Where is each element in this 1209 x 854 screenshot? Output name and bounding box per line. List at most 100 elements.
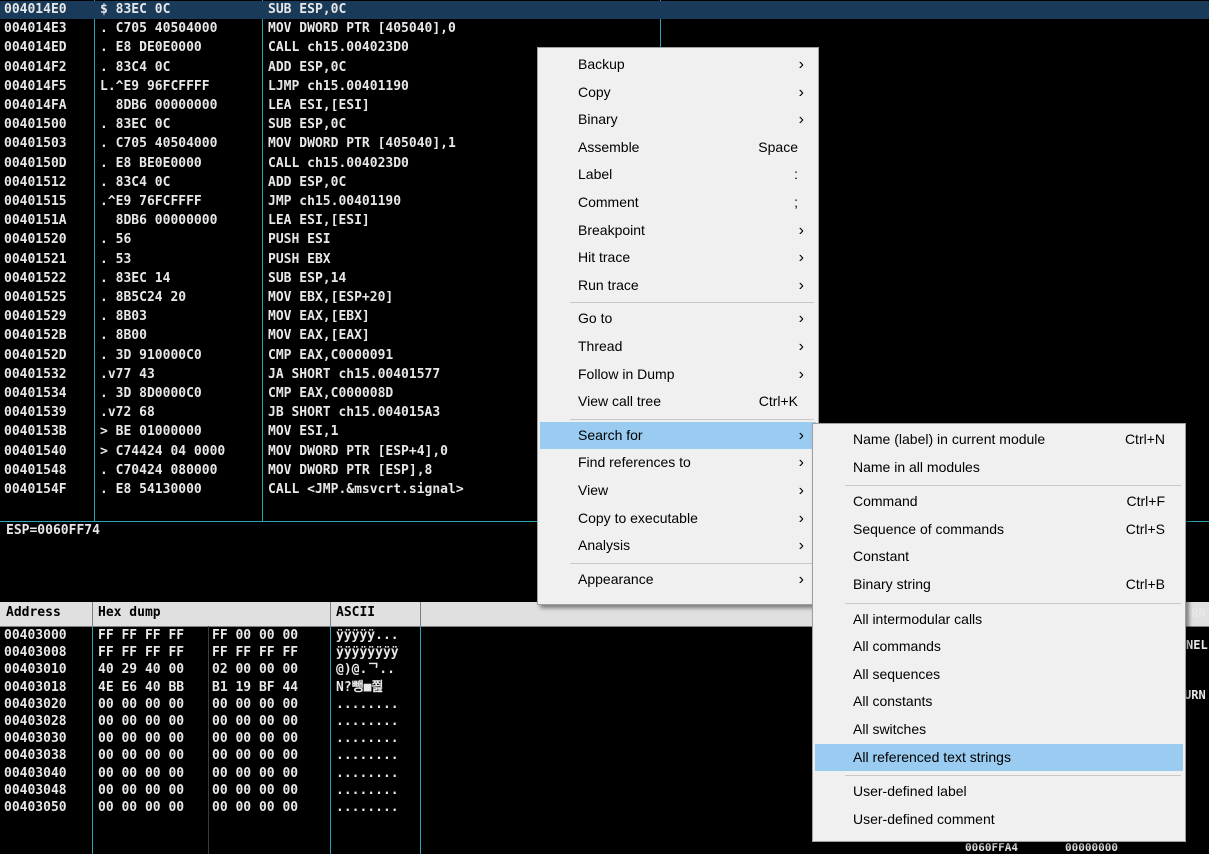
submenu-item-user-defined-comment[interactable]: User-defined comment bbox=[815, 806, 1183, 833]
menu-item-copy[interactable]: Copy › bbox=[540, 79, 816, 106]
dump-hex-bytes: 00 00 00 00 bbox=[98, 714, 185, 729]
dump-hex-bytes: 00 00 00 00 bbox=[98, 748, 185, 764]
submenu-item-all-commands[interactable]: All commands bbox=[815, 633, 1183, 660]
submenu-item-name-label-in-current-module[interactable]: Name (label) in current module Ctrl+N bbox=[815, 426, 1183, 453]
instruction-address: 004014F5 bbox=[4, 78, 67, 94]
disasm-row[interactable]: 004014E3 . C705 40504000 MOV DWORD PTR [40… bbox=[0, 20, 1209, 38]
hex-column-header[interactable]: Hex dump bbox=[98, 605, 161, 620]
menu-item-label: View bbox=[578, 482, 609, 498]
menu-item-shortcut: Ctrl+B bbox=[1125, 576, 1165, 592]
dump-row[interactable]: 00403040 00 00 00 00 00 00 00 00........ bbox=[0, 766, 420, 783]
instruction-address: 004014FA bbox=[4, 98, 67, 113]
dump-row[interactable]: 00403018 4E E6 40 BB B1 19 BF 44 N?뺑■쬞 bbox=[0, 680, 420, 697]
menu-item-view-call-tree[interactable]: View call tree Ctrl+K bbox=[540, 388, 816, 415]
stack-address: 0060FFA4 bbox=[965, 841, 1018, 854]
instruction-address: 00401512 bbox=[4, 174, 67, 190]
menu-item-hit-trace[interactable]: Hit trace › bbox=[540, 244, 816, 271]
menu-item-label: Binary bbox=[578, 111, 618, 128]
submenu-item-binary-string[interactable]: Binary string Ctrl+B bbox=[815, 571, 1183, 598]
menu-item-go-to[interactable]: Go to › bbox=[540, 305, 816, 332]
menu-item-label: All sequences bbox=[853, 665, 941, 682]
dump-hex-bytes: FF 00 00 00 bbox=[212, 628, 299, 643]
menu-item-run-trace[interactable]: Run trace › bbox=[540, 272, 816, 299]
header-divider[interactable] bbox=[420, 602, 421, 626]
dump-ascii: ........ bbox=[336, 696, 399, 712]
instruction-bytes: L.^E9 96FCFFFF bbox=[100, 78, 210, 94]
instruction-address: 004014E3 bbox=[4, 21, 67, 37]
menu-item-assemble[interactable]: Assemble Space bbox=[540, 134, 816, 161]
instruction-bytes: . 8B5C24 20 bbox=[100, 290, 187, 305]
menu-item-label[interactable]: Label: bbox=[540, 161, 816, 188]
ascii-column-header[interactable]: ASCII bbox=[336, 605, 375, 620]
chevron-right-icon: › bbox=[798, 56, 804, 73]
menu-separator bbox=[570, 562, 814, 564]
submenu-item-user-defined-label[interactable]: User-defined label bbox=[815, 778, 1183, 805]
menu-item-binary[interactable]: Binary › bbox=[540, 106, 816, 133]
dump-ascii: ........ bbox=[336, 800, 399, 815]
instruction-address: 00401525 bbox=[4, 290, 67, 305]
instruction-address: 00401548 bbox=[4, 462, 67, 478]
menu-item-label: Search for bbox=[578, 426, 643, 443]
submenu-item-constant[interactable]: Constant bbox=[815, 543, 1183, 570]
menu-item-search-for[interactable]: Search for › bbox=[540, 421, 816, 449]
menu-item-label: Name (label) in current module bbox=[853, 431, 1046, 447]
instruction-bytes: . 3D 910000C0 bbox=[100, 347, 202, 363]
dump-row[interactable]: 00403050 00 00 00 00 00 00 00 00........ bbox=[0, 800, 420, 817]
header-divider[interactable] bbox=[330, 602, 331, 626]
dump-ascii: ........ bbox=[336, 782, 399, 798]
menu-item-follow-in-dump[interactable]: Follow in Dump › bbox=[540, 361, 816, 388]
dump-row[interactable]: 00403020 00 00 00 00 00 00 00 00........ bbox=[0, 697, 420, 714]
disasm-row[interactable]: 004014E0 $ 83EC 0C SUB ESP,0C bbox=[0, 1, 1209, 19]
submenu-item-all-sequences[interactable]: All sequences bbox=[815, 661, 1183, 688]
menu-item-view[interactable]: View › bbox=[540, 477, 816, 504]
stack-fragment: NEL bbox=[1186, 638, 1208, 652]
dump-row[interactable]: 00403000 FF FF FF FF FF 00 00 00 ÿÿÿÿÿ... bbox=[0, 628, 420, 645]
dump-row[interactable]: 00403010 40 29 40 00 02 00 00 00 @)@.ᄀ.. bbox=[0, 662, 420, 679]
dump-hex-bytes: 00 00 00 00 bbox=[98, 731, 185, 747]
instruction-bytes: .v77 43 bbox=[100, 366, 155, 382]
instruction-bytes: . 83C4 0C bbox=[100, 59, 171, 75]
instruction-address: 004014E0 bbox=[4, 2, 67, 17]
submenu-item-all-intermodular-calls[interactable]: All intermodular calls bbox=[815, 606, 1183, 633]
menu-item-thread[interactable]: Thread › bbox=[540, 333, 816, 360]
menu-item-analysis[interactable]: Analysis › bbox=[540, 532, 816, 559]
dump-row[interactable]: 00403048 00 00 00 00 00 00 00 00........ bbox=[0, 783, 420, 800]
dump-address: 00403010 bbox=[4, 662, 67, 678]
dump-hex-bytes: 4E E6 40 BB bbox=[98, 679, 185, 695]
header-divider[interactable] bbox=[92, 602, 93, 626]
instruction-bytes: . E8 DE0E0000 bbox=[100, 40, 202, 56]
instruction-bytes: . 83EC 0C bbox=[100, 117, 171, 133]
dump-hex-bytes: 00 00 00 00 bbox=[98, 782, 185, 798]
dump-ascii: ........ bbox=[336, 748, 399, 764]
menu-separator bbox=[845, 775, 1181, 777]
instruction-bytes: 8DB6 00000000 bbox=[100, 213, 218, 229]
dump-hex-bytes: B1 19 BF 44 bbox=[212, 679, 299, 695]
address-column-header[interactable]: Address bbox=[6, 605, 61, 620]
menu-item-find-references-to[interactable]: Find references to › bbox=[540, 449, 816, 476]
submenu-item-command[interactable]: Command Ctrl+F bbox=[815, 488, 1183, 515]
dump-row[interactable]: 00403030 00 00 00 00 00 00 00 00........ bbox=[0, 731, 420, 748]
instruction-bytes: .^E9 76FCFFFF bbox=[100, 194, 202, 209]
instruction-bytes: > C74424 04 0000 bbox=[100, 443, 226, 459]
search-for-submenu[interactable]: Name (label) in current module Ctrl+N Name… bbox=[812, 423, 1186, 842]
dump-hex-bytes: FF FF FF FF bbox=[212, 645, 299, 661]
context-menu[interactable]: Backup › Copy › Binary › Assemble Space Label: Co… bbox=[537, 47, 819, 605]
menu-item-copy-to-executable[interactable]: Copy to executable › bbox=[540, 505, 816, 532]
menu-item-label: Go to bbox=[578, 310, 613, 327]
dump-row[interactable]: 00403028 00 00 00 00 00 00 00 00........ bbox=[0, 714, 420, 731]
dump-row[interactable]: 00403038 00 00 00 00 00 00 00 00........ bbox=[0, 748, 420, 765]
menu-item-breakpoint[interactable]: Breakpoint › bbox=[540, 217, 816, 244]
submenu-item-all-switches[interactable]: All switches bbox=[815, 716, 1183, 743]
menu-item-backup[interactable]: Backup › bbox=[540, 51, 816, 78]
submenu-item-all-referenced-text-strings[interactable]: All referenced text strings bbox=[815, 743, 1183, 771]
instruction-text: SUB ESP,0C bbox=[268, 2, 347, 17]
menu-item-comment[interactable]: Comment; bbox=[540, 189, 816, 216]
dump-row[interactable]: 00403008 FF FF FF FF FF FF FF FF ÿÿÿÿÿÿÿÿ bbox=[0, 645, 420, 662]
submenu-item-all-constants[interactable]: All constants bbox=[815, 688, 1183, 715]
menu-item-shortcut: Ctrl+N bbox=[1124, 431, 1165, 447]
submenu-item-sequence-of-commands[interactable]: Sequence of commands Ctrl+S bbox=[815, 516, 1183, 543]
menu-item-appearance[interactable]: Appearance › bbox=[540, 566, 816, 593]
dump-address: 00403020 bbox=[4, 696, 67, 712]
dump-address: 00403030 bbox=[4, 731, 67, 747]
submenu-item-name-in-all-modules[interactable]: Name in all modules bbox=[815, 454, 1183, 481]
